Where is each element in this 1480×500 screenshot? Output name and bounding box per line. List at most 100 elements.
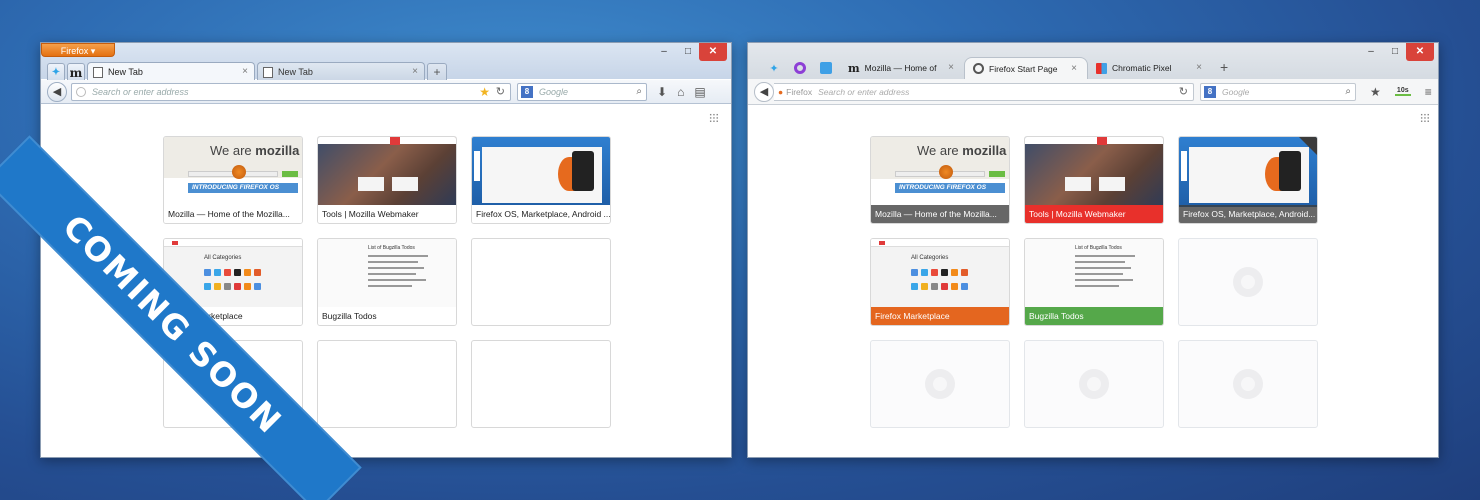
- app-icons-row: [911, 283, 968, 290]
- tile-marketplace[interactable]: All Categories Firefox Marketplace: [163, 238, 303, 326]
- tile-mozilla[interactable]: We are mozilla INTRODUCING FIREFOX OS Mo…: [163, 136, 303, 224]
- thumb-banner: INTRODUCING FIREFOX OS: [895, 183, 1005, 193]
- back-button[interactable]: ◀: [754, 81, 774, 102]
- tab-new-tab-2[interactable]: New Tab ×: [257, 62, 425, 81]
- tab-label: Firefox Start Page: [989, 63, 1058, 74]
- reload-icon[interactable]: ↻: [1179, 85, 1188, 98]
- url-bar[interactable]: ● Firefox Search or enter address ↻: [774, 82, 1194, 101]
- tab-label: Chromatic Pixel: [1112, 63, 1172, 73]
- search-placeholder: Google: [539, 86, 569, 97]
- tile-caption: Mozilla — Home of the Mozilla...: [871, 205, 1009, 223]
- tile-webmaker[interactable]: Tools | Mozilla Webmaker: [1024, 136, 1164, 224]
- minimize-button[interactable]: –: [653, 43, 675, 61]
- firefox-menu-button[interactable]: Firefox ▾: [41, 43, 115, 57]
- twitter-icon: ✦: [769, 62, 779, 75]
- tile-firefox-os[interactable]: Firefox OS, Marketplace, Android ...: [471, 136, 611, 224]
- app-icons-row: [204, 269, 261, 276]
- thumb-card: [358, 177, 384, 191]
- pinned-tab-purple[interactable]: [788, 57, 812, 79]
- text-line: [368, 255, 428, 257]
- search-bar[interactable]: 8 Google ⌕: [1200, 82, 1356, 101]
- home-icon[interactable]: ⌂: [677, 85, 684, 99]
- tile-empty[interactable]: [317, 340, 457, 428]
- reload-icon[interactable]: ↻: [496, 85, 505, 98]
- bookmark-star-icon[interactable]: ★: [479, 85, 490, 99]
- bookmarks-menu-icon[interactable]: ▤: [694, 85, 705, 99]
- new-firefox-window: – □ ✕ ✦ m Mozilla — Home of × Firefox St…: [747, 42, 1439, 458]
- text-line: [368, 267, 424, 269]
- text-line: [368, 279, 426, 281]
- webmaker-thumbnail: [1025, 137, 1163, 207]
- tab-mozilla[interactable]: m Mozilla — Home of ×: [840, 57, 964, 79]
- tab-close-icon[interactable]: ×: [242, 66, 248, 77]
- marketplace-thumbnail: All Categories: [871, 239, 1009, 309]
- tab-close-icon[interactable]: ×: [1196, 62, 1202, 73]
- tile-webmaker[interactable]: Tools | Mozilla Webmaker: [317, 136, 457, 224]
- tile-caption: Firefox OS, Marketplace, Android ...: [472, 205, 610, 223]
- maximize-button[interactable]: □: [1384, 43, 1406, 61]
- tile-empty[interactable]: [870, 340, 1010, 428]
- tab-close-icon[interactable]: ×: [1071, 63, 1077, 74]
- new-tab-button[interactable]: +: [1220, 59, 1228, 75]
- google-icon[interactable]: 8: [521, 85, 533, 98]
- tab-chromatic-pixel[interactable]: Chromatic Pixel ×: [1088, 57, 1212, 79]
- tab-new-tab-1[interactable]: New Tab ×: [87, 62, 255, 81]
- download-icon[interactable]: ⬇: [657, 85, 667, 99]
- search-icon[interactable]: ⌕: [1345, 86, 1351, 97]
- pinned-tab-blue[interactable]: [814, 57, 838, 79]
- tile-mozilla[interactable]: We are mozilla INTRODUCING FIREFOX OS Mo…: [870, 136, 1010, 224]
- text-line: [1075, 285, 1119, 287]
- url-bar[interactable]: Search or enter address ★ ↻: [71, 82, 511, 101]
- tile-empty[interactable]: [1178, 238, 1318, 326]
- tile-empty[interactable]: [163, 340, 303, 428]
- bugzilla-thumbnail: List of Bugzilla Todos: [1025, 239, 1163, 309]
- tile-caption: Firefox Marketplace: [164, 307, 302, 325]
- thumb-card: [1099, 177, 1125, 191]
- new-tab-button[interactable]: +: [427, 63, 447, 81]
- tab-close-icon[interactable]: ×: [412, 66, 418, 77]
- close-button[interactable]: ✕: [1406, 43, 1434, 61]
- tile-bugzilla[interactable]: List of Bugzilla Todos Bugzilla Todos: [1024, 238, 1164, 326]
- pinned-tab-twitter[interactable]: ✦: [762, 57, 786, 79]
- bookmark-star-icon[interactable]: ★: [1370, 85, 1381, 99]
- mozilla-thumbnail: We are mozilla INTRODUCING FIREFOX OS: [164, 137, 302, 205]
- firefox-identity-icon: ●: [778, 86, 784, 97]
- firefox-os-thumbnail: [1179, 137, 1317, 207]
- app-tab-mozilla[interactable]: m: [67, 63, 85, 81]
- tile-firefox-os[interactable]: Firefox OS, Marketplace, Android...: [1178, 136, 1318, 224]
- tile-empty[interactable]: [1178, 340, 1318, 428]
- tile-caption: Firefox OS, Marketplace, Android...: [1179, 205, 1317, 223]
- tile-marketplace[interactable]: All Categories Firefox Marketplace: [870, 238, 1010, 326]
- thumb-card: [392, 177, 418, 191]
- close-button[interactable]: ✕: [699, 43, 727, 61]
- tile-empty[interactable]: [1024, 340, 1164, 428]
- google-icon[interactable]: 8: [1204, 85, 1216, 98]
- grid-toggle-icon[interactable]: [1420, 113, 1430, 123]
- tile-bugzilla[interactable]: List of Bugzilla Todos Bugzilla Todos: [317, 238, 457, 326]
- thumb-category: All Categories: [911, 255, 949, 261]
- menu-icon[interactable]: ≡: [1425, 85, 1432, 99]
- thumb-card: [1065, 177, 1091, 191]
- thumb-logo: [1097, 137, 1107, 145]
- thumb-logo: [390, 137, 400, 145]
- tile-empty[interactable]: [471, 238, 611, 326]
- tile-empty[interactable]: [471, 340, 611, 428]
- minimize-button[interactable]: –: [1360, 43, 1382, 61]
- tab-close-icon[interactable]: ×: [948, 62, 954, 73]
- text-line: [1075, 267, 1131, 269]
- app-tab-twitter[interactable]: ✦: [47, 63, 65, 81]
- search-bar[interactable]: 8 Google ⌕: [517, 82, 647, 101]
- grid-toggle-icon[interactable]: [709, 113, 719, 123]
- phone-icon: [1279, 151, 1301, 191]
- tab-label: New Tab: [278, 67, 313, 77]
- pin-icon[interactable]: [1299, 137, 1317, 155]
- firefox-placeholder-icon: [1079, 369, 1109, 399]
- thumb-title: List of Bugzilla Todos: [1075, 245, 1122, 251]
- tab-firefox-start-page[interactable]: Firefox Start Page ×: [964, 57, 1088, 79]
- maximize-button[interactable]: □: [677, 43, 699, 61]
- search-icon[interactable]: ⌕: [636, 86, 642, 97]
- tab-label: Mozilla — Home of: [864, 63, 937, 73]
- text-line: [1075, 261, 1125, 263]
- back-button[interactable]: ◀: [47, 81, 67, 102]
- download-progress-icon[interactable]: 10s: [1394, 87, 1411, 96]
